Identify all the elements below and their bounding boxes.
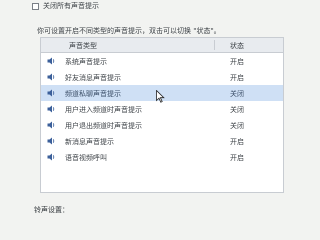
- mute-all-checkbox[interactable]: [32, 2, 39, 10]
- sound-type-name: 好友消息声音提示: [65, 74, 121, 82]
- sound-type-name: 语音视频呼叫: [65, 154, 107, 162]
- speaker-icon: [47, 137, 55, 145]
- sound-type-name: 用户进入频道时声音提示: [65, 106, 142, 114]
- sound-row[interactable]: 语音视频呼叫 开启: [41, 149, 283, 165]
- sound-row[interactable]: 新消息声音提示 开启: [41, 133, 283, 149]
- sound-status[interactable]: 关闭: [230, 105, 244, 115]
- speaker-icon: [47, 73, 55, 81]
- sound-type-name: 新消息声音提示: [65, 138, 114, 146]
- mute-all-label: 关闭所有声音提示: [43, 2, 99, 10]
- sound-type-name: 系统声音提示: [65, 58, 107, 66]
- mouse-pointer-icon: [156, 90, 165, 103]
- speaker-icon: [47, 89, 55, 97]
- sound-row[interactable]: 用户退出频道时声音提示 关闭: [41, 117, 283, 133]
- sound-status[interactable]: 关闭: [230, 89, 244, 99]
- sound-type-list[interactable]: 声音类型 状态 系统声音提示 开启 好友消息声音提示 开启 频道私聊声音提示 关闭 用户进入…: [40, 37, 284, 193]
- header-sound-type[interactable]: 声音类型: [69, 41, 97, 51]
- speaker-icon: [47, 105, 55, 113]
- sound-row[interactable]: 系统声音提示 开启: [41, 53, 283, 69]
- speaker-icon: [47, 153, 55, 161]
- sound-status[interactable]: 开启: [230, 153, 244, 163]
- header-status[interactable]: 状态: [230, 41, 244, 51]
- sound-status[interactable]: 开启: [230, 57, 244, 67]
- sound-row[interactable]: 用户进入频道时声音提示 关闭: [41, 101, 283, 117]
- sound-status[interactable]: 开启: [230, 73, 244, 83]
- speaker-icon: [47, 57, 55, 65]
- speaker-icon: [47, 121, 55, 129]
- sound-type-name: 频道私聊声音提示: [65, 90, 121, 98]
- mute-all-option[interactable]: 关闭所有声音提示: [32, 0, 99, 12]
- list-header: 声音类型 状态: [41, 38, 283, 53]
- sound-row[interactable]: 好友消息声音提示 开启: [41, 69, 283, 85]
- sound-status[interactable]: 开启: [230, 137, 244, 147]
- sound-description: 你可设置开启不同类型的声音提示，双击可以切换 "状态"。: [37, 27, 221, 35]
- sound-status[interactable]: 关闭: [230, 121, 244, 131]
- header-separator: [214, 40, 215, 50]
- sound-type-name: 用户退出频道时声音提示: [65, 122, 142, 130]
- ringtone-settings-label: 铃声设置：: [34, 206, 69, 214]
